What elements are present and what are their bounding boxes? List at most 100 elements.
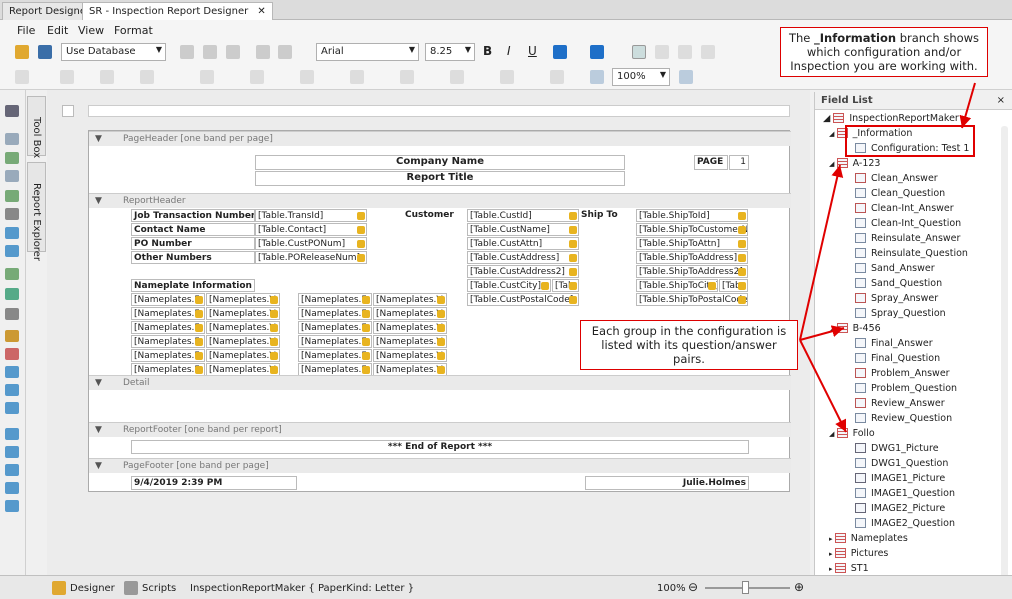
field-tag-icon[interactable]	[195, 352, 203, 360]
tree-item-configuration-test-1[interactable]: Configuration: Test 1	[855, 142, 969, 157]
pointer-icon[interactable]	[5, 105, 19, 117]
field-tag-icon[interactable]	[569, 240, 577, 248]
tab-inspection-report-designer[interactable]: SR - Inspection Report Designer ✕	[82, 2, 273, 20]
field-tag-icon[interactable]	[357, 226, 365, 234]
tree-item-sand-question[interactable]: Sand_Question	[855, 277, 942, 292]
picture-icon[interactable]	[5, 190, 19, 202]
tree-item-clean-answer[interactable]: Clean_Answer	[855, 172, 938, 187]
center-icon[interactable]	[450, 70, 464, 84]
tree-item-dwg1-picture[interactable]: DWG1_Picture	[855, 442, 939, 457]
ship-field[interactable]: [Table.ShipToAddress]	[636, 251, 748, 264]
ship-field[interactable]: [Table.ShipToCity]	[636, 279, 718, 292]
expand-icon[interactable]: ◢	[829, 325, 837, 333]
barcode-icon[interactable]	[5, 308, 19, 320]
zoom-slider-thumb[interactable]	[742, 581, 749, 594]
align-lefts-icon[interactable]	[60, 70, 74, 84]
field-tag-icon[interactable]	[357, 212, 365, 220]
report-explorer-tab[interactable]: Report Explorer	[27, 162, 46, 261]
close-icon[interactable]: ×	[997, 95, 1005, 106]
field-tag-icon[interactable]	[362, 296, 370, 304]
subreport-icon[interactable]	[5, 428, 19, 440]
tree-item-image2-picture[interactable]: IMAGE2_Picture	[855, 502, 945, 517]
field-tag-icon[interactable]	[738, 240, 746, 248]
field-tag-icon[interactable]	[738, 254, 746, 262]
nameplate-field[interactable]: [Nameplates.V	[373, 335, 447, 348]
tree-item-reinsulate-question[interactable]: Reinsulate_Question	[855, 247, 968, 262]
align-grid-icon[interactable]	[15, 70, 29, 84]
nameplate-field[interactable]: [Nameplates.F	[131, 307, 205, 320]
shape2-icon[interactable]	[5, 288, 19, 300]
field-tag-icon[interactable]	[437, 366, 445, 374]
scripts-tab[interactable]: Scripts	[142, 583, 176, 594]
field-tag-icon[interactable]	[541, 282, 549, 290]
field-tag-icon[interactable]	[195, 310, 203, 318]
zoom-out-button[interactable]: ⊖	[688, 580, 698, 594]
nameplate-field[interactable]: [Nameplates.V	[206, 321, 280, 334]
field-tag-icon[interactable]	[437, 352, 445, 360]
tree-item-clean-question[interactable]: Clean_Question	[855, 187, 945, 202]
back-color-icon[interactable]	[590, 45, 604, 59]
tree-item-follo[interactable]: ◢ Follo	[829, 427, 875, 442]
vert-spacing-icon[interactable]	[400, 70, 414, 84]
page-label[interactable]: PAGE	[694, 155, 728, 170]
cust-field[interactable]: [Table.CustPostalCode]	[467, 293, 579, 306]
toolbox-tab[interactable]: Tool Box	[27, 96, 46, 158]
po-field[interactable]: [Table.CustPONum]	[255, 237, 367, 250]
cust-field[interactable]: [Table.CustAddress]	[467, 251, 579, 264]
align-tops-icon[interactable]	[200, 70, 214, 84]
contact-label[interactable]: Contact Name	[131, 223, 255, 236]
tree-item-image2-question[interactable]: IMAGE2_Question	[855, 517, 955, 532]
tree-item-a-123[interactable]: ◢ A-123	[829, 157, 880, 172]
align-rights-icon[interactable]	[140, 70, 154, 84]
tree-item-problem-question[interactable]: Problem_Question	[855, 382, 957, 397]
ship-field[interactable]: [Table.ShipToAddress2]	[636, 265, 748, 278]
tree-item--information[interactable]: ◢ _Information	[829, 127, 912, 142]
field-tag-icon[interactable]	[738, 296, 746, 304]
nameplate-field[interactable]: [Nameplates.V	[373, 321, 447, 334]
tree-item-image1-question[interactable]: IMAGE1_Question	[855, 487, 955, 502]
field-tag-icon[interactable]	[437, 296, 445, 304]
zoom-in-icon[interactable]	[679, 70, 693, 84]
tree-item-nameplates[interactable]: ▸ Nameplates	[829, 532, 908, 547]
field-tag-icon[interactable]	[270, 338, 278, 346]
label-icon[interactable]	[5, 133, 19, 145]
field-tag-icon[interactable]	[738, 212, 746, 220]
bold-button[interactable]: B	[483, 44, 492, 58]
align-left-icon[interactable]	[632, 45, 646, 59]
field-tag-icon[interactable]	[195, 296, 203, 304]
nameplate-field[interactable]: [Nameplates.F	[298, 349, 372, 362]
pagebreak-icon[interactable]	[5, 464, 19, 476]
expand-icon[interactable]: ◢	[829, 130, 837, 138]
tree-item-sand-answer[interactable]: Sand_Answer	[855, 262, 935, 277]
line-icon[interactable]	[5, 268, 19, 280]
tree-item-final-answer[interactable]: Final_Answer	[855, 337, 933, 352]
field-tag-icon[interactable]	[569, 282, 577, 290]
tree-root[interactable]: ◢ InspectionReportMaker	[823, 112, 959, 127]
gauge-icon[interactable]	[5, 348, 19, 360]
ship-field[interactable]: [Tab	[719, 279, 748, 292]
nameplate-field[interactable]: [Nameplates.F	[298, 335, 372, 348]
customer-label[interactable]: Customer	[405, 210, 454, 220]
nameplate-field[interactable]: [Nameplates.F	[131, 293, 205, 306]
paste-icon[interactable]	[226, 45, 240, 59]
tree-item-clean-int-answer[interactable]: Clean-Int_Answer	[855, 202, 954, 217]
zoom-in-button[interactable]: ⊕	[794, 580, 804, 594]
field-tag-icon[interactable]	[362, 324, 370, 332]
zoom-out-icon[interactable]	[590, 70, 604, 84]
checkbox-icon[interactable]	[5, 152, 19, 164]
zoom-select[interactable]: 100% ▼	[612, 68, 670, 86]
tree-item-b-456[interactable]: ◢ B-456	[829, 322, 881, 337]
field-tag-icon[interactable]	[738, 226, 746, 234]
table-icon[interactable]	[5, 227, 19, 239]
cust-field[interactable]: [Table.CustAttn]	[467, 237, 579, 250]
end-of-report[interactable]: *** End of Report ***	[131, 440, 749, 454]
cust-field[interactable]: [Table.CustCity]	[467, 279, 551, 292]
collapse-icon[interactable]: ▼	[95, 196, 102, 206]
summary-icon[interactable]	[5, 384, 19, 396]
field-tag-icon[interactable]	[362, 310, 370, 318]
align-centers-icon[interactable]	[100, 70, 114, 84]
field-tag-icon[interactable]	[195, 324, 203, 332]
nameplate-field[interactable]: [Nameplates.V	[206, 335, 280, 348]
field-tag-icon[interactable]	[195, 366, 203, 374]
release-field[interactable]: [Table.POReleaseNum]	[255, 251, 367, 264]
